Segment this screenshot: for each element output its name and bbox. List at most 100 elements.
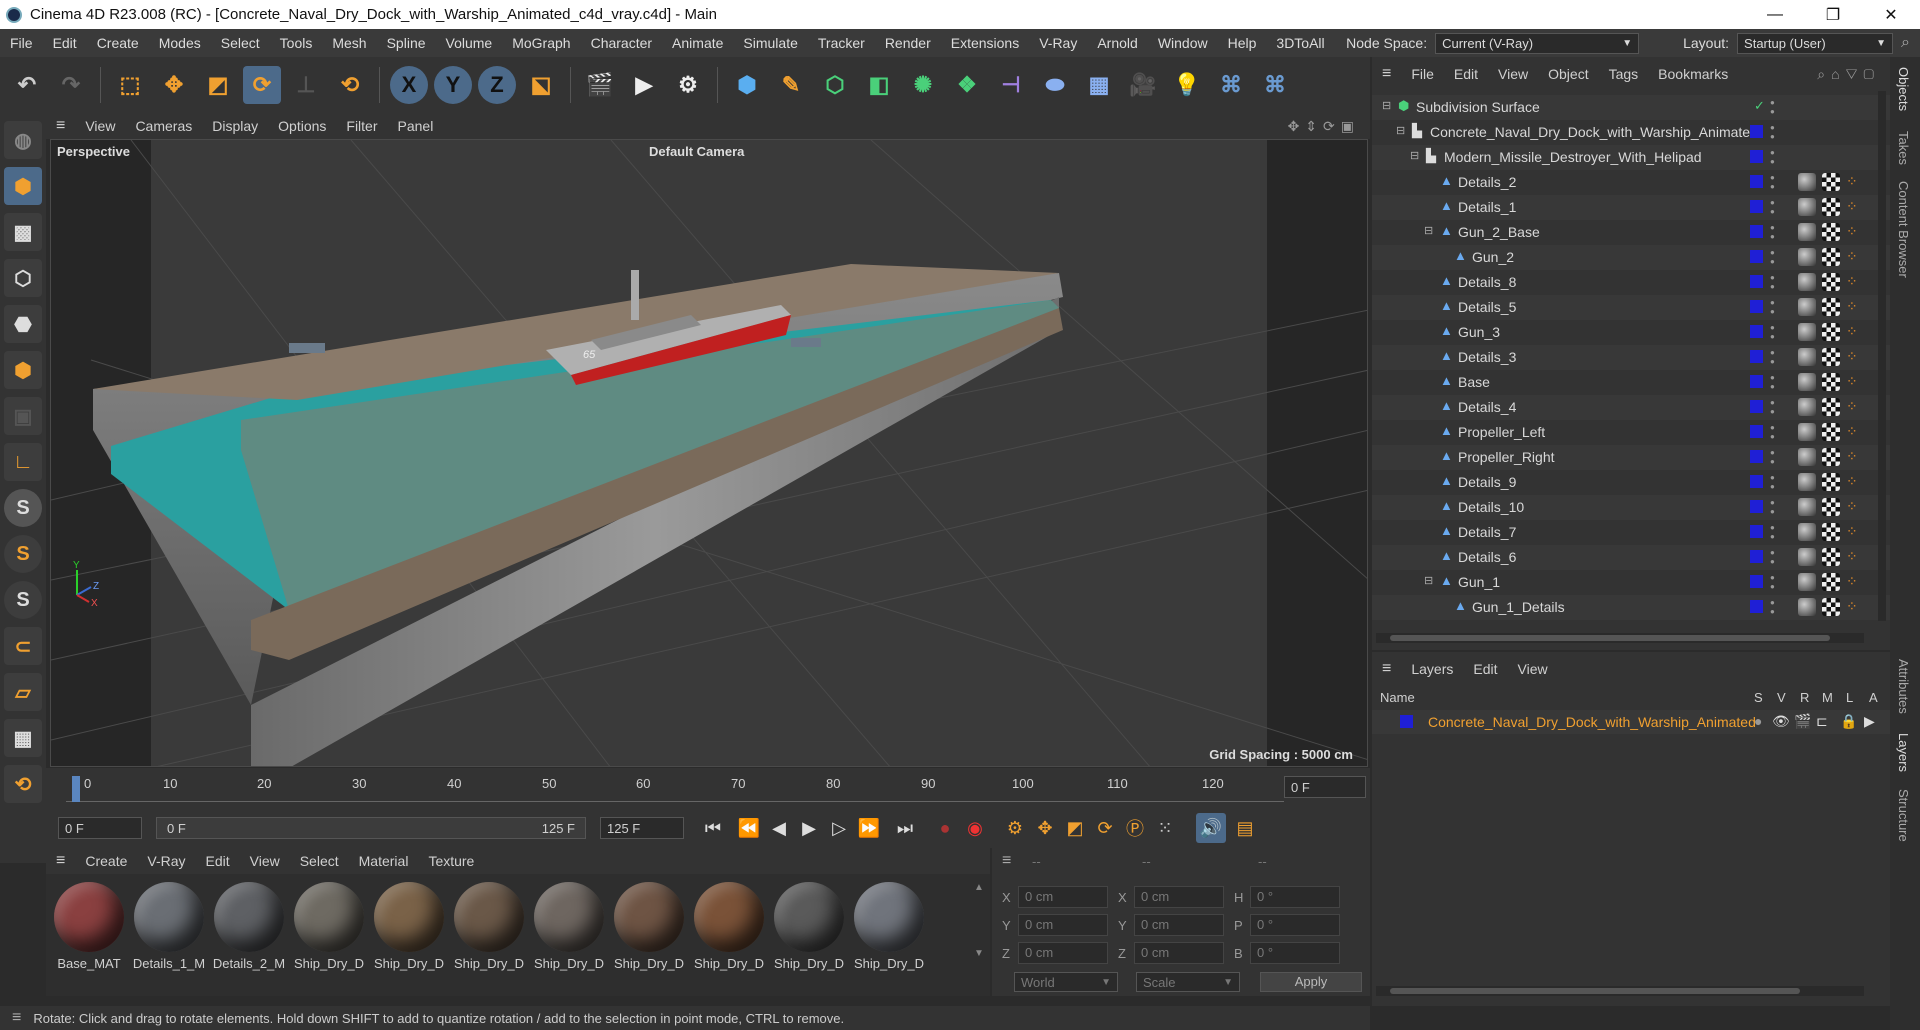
- uvw-tag-icon[interactable]: [1822, 398, 1840, 416]
- size-y-field[interactable]: 0 cm: [1134, 914, 1224, 936]
- material-tag-icon[interactable]: [1798, 598, 1816, 616]
- visibility-dots-icon[interactable]: ● ●: [1770, 223, 1776, 241]
- layer-tag-icon[interactable]: [1750, 350, 1763, 363]
- viewport-nav-icons[interactable]: ✥⇕⟳▣: [1288, 118, 1370, 135]
- material-tag-icon[interactable]: [1798, 173, 1816, 191]
- object-row[interactable]: ▲ Details_8 ● ● ⁘: [1372, 270, 1890, 295]
- object-name[interactable]: Gun_1_Details: [1472, 599, 1565, 615]
- menu-select[interactable]: Select: [211, 35, 270, 51]
- object-name[interactable]: Details_6: [1458, 549, 1516, 565]
- visible-icon[interactable]: 👁: [1772, 713, 1790, 730]
- workplane-snap-icon[interactable]: S: [4, 581, 42, 619]
- x-axis-lock-icon[interactable]: X: [390, 66, 428, 104]
- hamburger-icon[interactable]: ≡: [46, 852, 75, 870]
- object-row[interactable]: ▲ Details_2 ● ● ⁘: [1372, 170, 1890, 195]
- selection-tag-icon[interactable]: ⁘: [1846, 173, 1864, 191]
- layer-tag-icon[interactable]: [1750, 225, 1763, 238]
- layer-tag-icon[interactable]: [1750, 200, 1763, 213]
- object-name[interactable]: Gun_2_Base: [1458, 224, 1540, 240]
- close-button[interactable]: ✕: [1862, 5, 1920, 25]
- previous-frame-icon[interactable]: ◀: [764, 813, 794, 843]
- selection-tag-icon[interactable]: ⁘: [1846, 448, 1864, 466]
- object-row[interactable]: ▲ Details_3 ● ● ⁘: [1372, 345, 1890, 370]
- menu-3dtoall[interactable]: 3DToAll: [1266, 35, 1334, 51]
- uvw-tag-icon[interactable]: [1822, 548, 1840, 566]
- layer-tag-icon[interactable]: [1750, 325, 1763, 338]
- uvw-tag-icon[interactable]: [1822, 198, 1840, 216]
- size-x-field[interactable]: 0 cm: [1134, 886, 1224, 908]
- camera-icon[interactable]: 🎥: [1124, 66, 1162, 104]
- uvw-tag-icon[interactable]: [1822, 273, 1840, 291]
- menu-render[interactable]: Render: [875, 35, 941, 51]
- selection-tag-icon[interactable]: ⁘: [1846, 248, 1864, 266]
- expand-toggle-icon[interactable]: ⊟: [1424, 224, 1433, 237]
- uvw-tag-icon[interactable]: [1822, 373, 1840, 391]
- hamburger-icon[interactable]: ≡: [46, 117, 75, 135]
- selection-tag-icon[interactable]: ⁘: [1846, 398, 1864, 416]
- layer-tag-icon[interactable]: [1750, 300, 1763, 313]
- object-row[interactable]: ⊟ ▲ Gun_2_Base ● ● ⁘: [1372, 220, 1890, 245]
- object-name[interactable]: Base: [1458, 374, 1490, 390]
- material-tag-icon[interactable]: [1798, 473, 1816, 491]
- transform-icon[interactable]: ⟲: [331, 66, 369, 104]
- menu-arnold[interactable]: Arnold: [1087, 35, 1147, 51]
- tab-attributes[interactable]: Attributes: [1896, 659, 1911, 714]
- menu-animate[interactable]: Animate: [662, 35, 733, 51]
- object-menu-bookmarks[interactable]: Bookmarks: [1648, 66, 1738, 82]
- timeline-ruler[interactable]: 0 10 20 30 40 50 60 70 80 90 100 110 120…: [46, 768, 1370, 808]
- visibility-dots-icon[interactable]: ● ●: [1770, 498, 1776, 516]
- material-menu-select[interactable]: Select: [290, 853, 349, 869]
- make-editable-icon[interactable]: ◍: [4, 121, 42, 159]
- uvw-tag-icon[interactable]: [1822, 523, 1840, 541]
- object-row[interactable]: ▲ Propeller_Right ● ● ⁘: [1372, 445, 1890, 470]
- layer-col-m[interactable]: M: [1822, 690, 1833, 705]
- world-select[interactable]: World ▼: [1014, 972, 1118, 992]
- menu-mesh[interactable]: Mesh: [322, 35, 376, 51]
- object-row[interactable]: ⊟ ▲ Gun_1 ● ● ⁘: [1372, 570, 1890, 595]
- menu-tracker[interactable]: Tracker: [808, 35, 875, 51]
- material-item[interactable]: Ship_Dry_D: [692, 878, 766, 971]
- axis-mode-icon[interactable]: ∟: [4, 443, 42, 481]
- selection-tag-icon[interactable]: ⁘: [1846, 373, 1864, 391]
- layer-tag-icon[interactable]: [1750, 125, 1763, 138]
- uvw-tag-icon[interactable]: [1822, 473, 1840, 491]
- menu-window[interactable]: Window: [1148, 35, 1218, 51]
- timeline-film-icon[interactable]: ▤: [1230, 813, 1260, 843]
- redo-icon[interactable]: ↷: [52, 66, 90, 104]
- y-axis-lock-icon[interactable]: Y: [434, 66, 472, 104]
- visibility-dots-icon[interactable]: ● ●: [1770, 448, 1776, 466]
- layer-name[interactable]: Concrete_Naval_Dry_Dock_with_Warship_Ani…: [1428, 714, 1756, 730]
- texture-mode-icon[interactable]: ▩: [4, 213, 42, 251]
- object-horizontal-scrollbar[interactable]: [1376, 633, 1864, 643]
- edges-mode-icon[interactable]: ⬣: [4, 305, 42, 343]
- rotate-icon[interactable]: ⟳: [243, 66, 281, 104]
- material-tag-icon[interactable]: [1798, 423, 1816, 441]
- object-row[interactable]: ▲ Gun_3 ● ● ⁘: [1372, 320, 1890, 345]
- material-tag-icon[interactable]: [1798, 323, 1816, 341]
- visibility-dots-icon[interactable]: ● ●: [1770, 273, 1776, 291]
- material-item[interactable]: Ship_Dry_D: [292, 878, 366, 971]
- undo-icon[interactable]: ↶: [8, 66, 46, 104]
- visibility-dots-icon[interactable]: ● ●: [1770, 173, 1776, 191]
- material-tag-icon[interactable]: [1798, 248, 1816, 266]
- menu-spline[interactable]: Spline: [377, 35, 436, 51]
- pos-x-field[interactable]: 0 cm: [1018, 886, 1108, 908]
- menu-volume[interactable]: Volume: [436, 35, 503, 51]
- object-name[interactable]: Gun_1: [1458, 574, 1500, 590]
- uvw-tag-icon[interactable]: [1822, 448, 1840, 466]
- selection-tag-icon[interactable]: ⁘: [1846, 573, 1864, 591]
- material-item[interactable]: Ship_Dry_D: [452, 878, 526, 971]
- object-row[interactable]: ▲ Details_7 ● ● ⁘: [1372, 520, 1890, 545]
- material-tag-icon[interactable]: [1798, 448, 1816, 466]
- object-menu-file[interactable]: File: [1401, 66, 1444, 82]
- object-manager-tools-icon[interactable]: ⌕⌂▽▢: [1817, 66, 1890, 83]
- model-mode-icon[interactable]: ⬢: [4, 167, 42, 205]
- object-vertical-scrollbar[interactable]: [1878, 91, 1886, 621]
- uvw-tag-icon[interactable]: [1822, 598, 1840, 616]
- move-icon[interactable]: ✥: [155, 66, 193, 104]
- object-name[interactable]: Details_8: [1458, 274, 1516, 290]
- planar-workplane-icon[interactable]: ⟲: [4, 765, 42, 803]
- selection-tag-icon[interactable]: ⁘: [1846, 298, 1864, 316]
- polygons-mode-icon[interactable]: ⬢: [4, 351, 42, 389]
- key-position-icon[interactable]: ✥: [1030, 813, 1060, 843]
